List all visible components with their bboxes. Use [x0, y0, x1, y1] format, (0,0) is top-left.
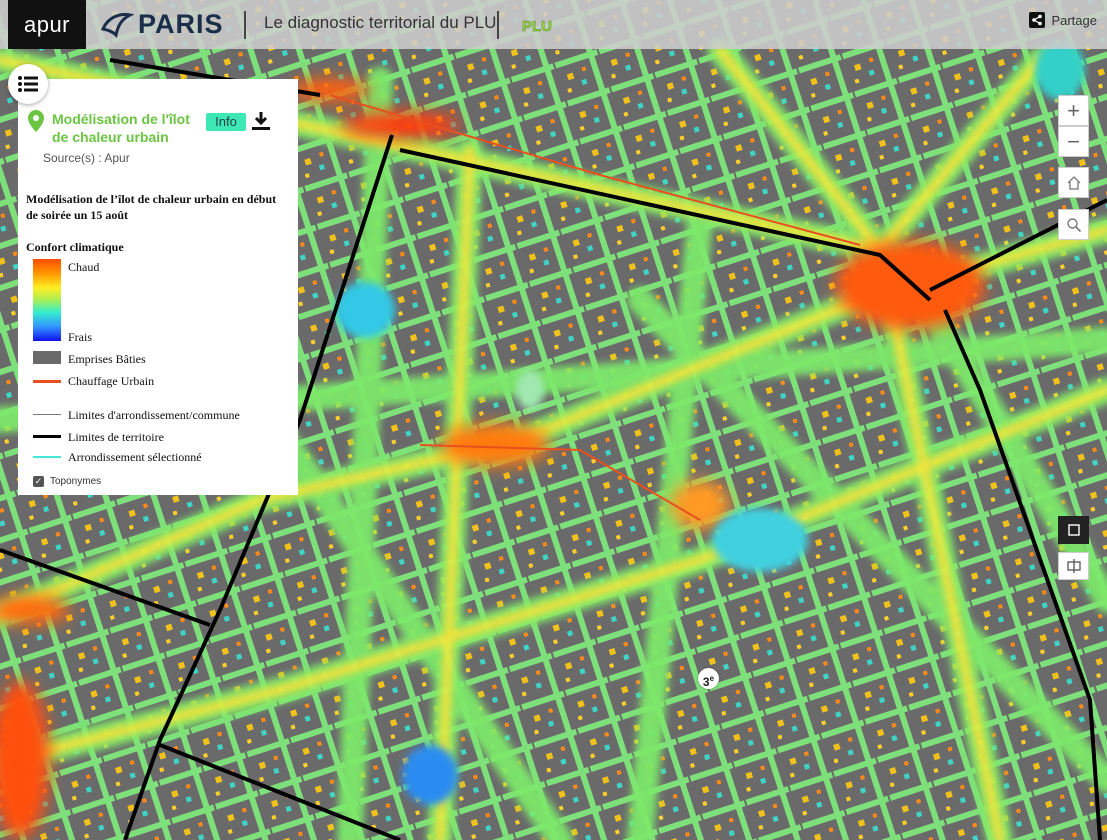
district-number: 3	[702, 675, 710, 689]
district-label: 3e	[698, 668, 719, 689]
legend-heading: Confort climatique	[26, 240, 124, 254]
site-title: Le diagnostic territorial du PLU	[264, 13, 497, 32]
plu-badge-text: PLU	[522, 18, 552, 35]
buildings-label: Emprises Bâties	[68, 352, 146, 366]
toponyms-checkbox[interactable]: ✓	[33, 476, 44, 487]
split-view-icon	[1066, 559, 1081, 573]
paris-logo[interactable]: PARIS	[100, 7, 224, 41]
territory-limits-label: Limites de territoire	[68, 430, 164, 444]
share-icon	[1029, 12, 1046, 28]
home-icon	[1067, 175, 1080, 190]
toponyms-label: Toponymes	[50, 476, 102, 487]
legend-menu-button[interactable]	[8, 64, 48, 104]
single-view-button[interactable]	[1058, 516, 1089, 544]
share-button[interactable]: Partage	[1029, 12, 1097, 28]
search-button[interactable]	[1058, 209, 1089, 240]
download-icon[interactable]	[251, 111, 271, 131]
layer-title: Modélisation de l'îlot de chaleur urbain	[52, 111, 190, 145]
share-label: Partage	[1051, 12, 1097, 28]
list-icon	[18, 76, 38, 92]
header-divider	[497, 11, 499, 39]
home-button[interactable]	[1058, 167, 1089, 198]
layer-source: Source(s) : Apur	[43, 151, 130, 165]
legend-panel: Modélisation de l'îlot de chaleur urbain…	[18, 79, 298, 495]
buildings-swatch	[33, 351, 61, 364]
toponyms-toggle[interactable]: ✓ Toponymes	[33, 476, 101, 487]
heating-label: Chauffage Urbain	[68, 374, 155, 388]
selected-district-swatch	[33, 456, 61, 458]
heating-swatch	[33, 380, 61, 383]
search-icon	[1066, 217, 1081, 232]
hot-label: Chaud	[68, 260, 100, 274]
square-icon	[1067, 524, 1080, 536]
map-pin-icon	[28, 110, 44, 132]
paris-ship-icon	[100, 13, 134, 39]
header-divider	[244, 11, 246, 39]
split-view-button[interactable]	[1058, 552, 1089, 580]
info-button[interactable]: Info	[206, 113, 246, 131]
cold-label: Frais	[68, 330, 92, 344]
comfort-gradient	[33, 259, 61, 341]
layer-description: Modélisation de l’îlot de chaleur urbain…	[26, 192, 277, 222]
apur-logo[interactable]: apur	[8, 0, 86, 49]
zoom-out-button[interactable]: −	[1058, 126, 1089, 157]
top-header: apur PARIS Le diagnostic territorial du …	[0, 0, 1107, 49]
territory-limits-swatch	[33, 435, 61, 438]
plu-logo[interactable]: PLU	[519, 9, 555, 41]
district-limits-swatch	[33, 414, 61, 415]
selected-district-label: Arrondissement sélectionné	[68, 450, 202, 464]
zoom-in-button[interactable]: +	[1058, 95, 1089, 126]
paris-wordmark: PARIS	[138, 8, 224, 39]
district-limits-label: Limites d'arrondissement/commune	[68, 408, 240, 422]
district-suffix: e	[709, 674, 715, 683]
